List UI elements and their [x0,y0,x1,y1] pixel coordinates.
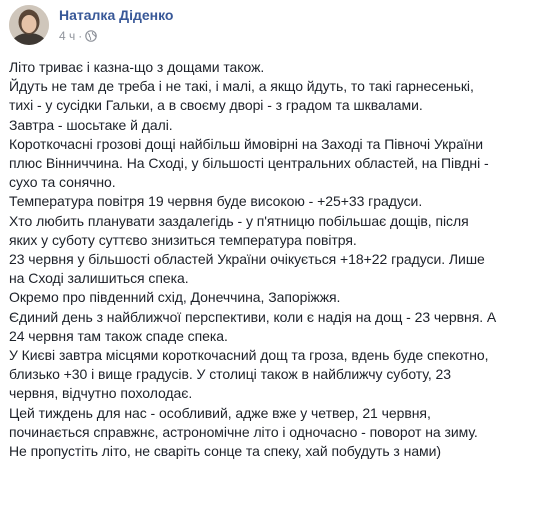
post-text-line: У Києві завтра місцями короткочасний дощ… [9,347,489,364]
post: Наталка Діденко 4 ч · Літо триває і казн… [0,0,553,505]
post-text-line: 24 червня там також спаде спека. [9,327,228,344]
post-text-line: близько +30 і вище градусів. У столиці т… [9,366,451,383]
post-text-line: починається справжнє, астрономічне літо … [9,423,478,440]
post-text-line: 23 червня у більшості областей України о… [9,251,485,268]
post-text-line: Короткочасні грозові дощі найбільш ймові… [9,135,484,152]
avatar[interactable] [9,5,49,45]
post-text-line: тихі - у сусідки Гальки, а в своєму двор… [9,97,423,114]
post-text-line: Цей тиждень для нас - особливий, адже вж… [9,404,431,421]
post-text-line: Не пропустіть літо, не сваріть сонце та … [9,443,442,460]
post-text-line: Єдиний день з найближчої перспективи, ко… [9,308,497,325]
post-text-line: плюс Вінниччина. На Сході, у більшості ц… [9,155,489,172]
post-text-line: Окремо про південний схід, Донеччина, За… [9,289,341,306]
post-text-line: Хто любить планувати заздалегідь - у п'я… [9,212,469,229]
post-text-line: Йдуть не там де треба і не такі, і малі,… [9,78,474,95]
avatar-photo [9,5,49,45]
globe-icon[interactable] [85,30,98,42]
post-time[interactable]: 4 ч [59,29,75,43]
post-text-line: Літо триває і казна-що з дощами також. [9,59,265,75]
post-text-line: червня, відчутно похолодає. [9,385,193,402]
post-text: Літо триває і казна-що з дощами також. Йд… [9,58,549,461]
post-text-line: сухо та сонячно. [9,174,116,191]
meta-separator: · [78,29,83,43]
post-text-line: Завтра - шосьтаке й далі. [9,116,173,133]
post-text-line: Температура повітря 19 червня буде висок… [9,193,423,210]
post-text-line: яких у суботу суттєво знизиться температ… [9,231,357,248]
author-name[interactable]: Наталка Діденко [59,7,173,23]
post-meta: 4 ч · [59,29,98,43]
post-text-line: на Сході залишиться спека. [9,270,189,287]
